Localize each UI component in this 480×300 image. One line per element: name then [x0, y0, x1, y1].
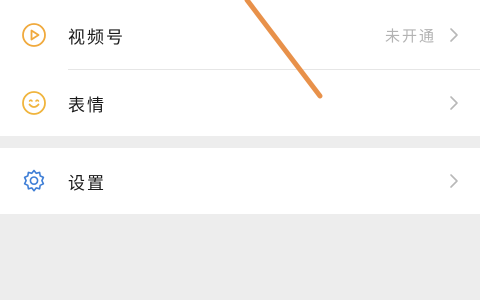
smiley-face-icon: [21, 90, 47, 116]
gear-icon: [21, 168, 47, 194]
menu-item-stickers[interactable]: 表情: [0, 70, 480, 136]
chevron-right-icon: [448, 26, 460, 44]
me-page-screen: 视频号 未开通 表情 设置: [0, 0, 480, 300]
menu-item-stickers-label: 表情: [68, 95, 106, 116]
menu-item-channels-status: 未开通: [384, 26, 436, 45]
menu-group-top: 视频号 未开通 表情: [0, 0, 480, 136]
menu-item-settings[interactable]: 设置: [0, 148, 480, 214]
menu-item-channels-label: 视频号: [68, 27, 125, 48]
menu-item-settings-label: 设置: [68, 173, 106, 194]
play-circle-icon: [21, 22, 47, 48]
menu-group-settings: 设置: [0, 148, 480, 214]
chevron-right-icon: [448, 172, 460, 190]
menu-item-channels[interactable]: 视频号 未开通: [0, 0, 480, 70]
chevron-right-icon: [448, 94, 460, 112]
